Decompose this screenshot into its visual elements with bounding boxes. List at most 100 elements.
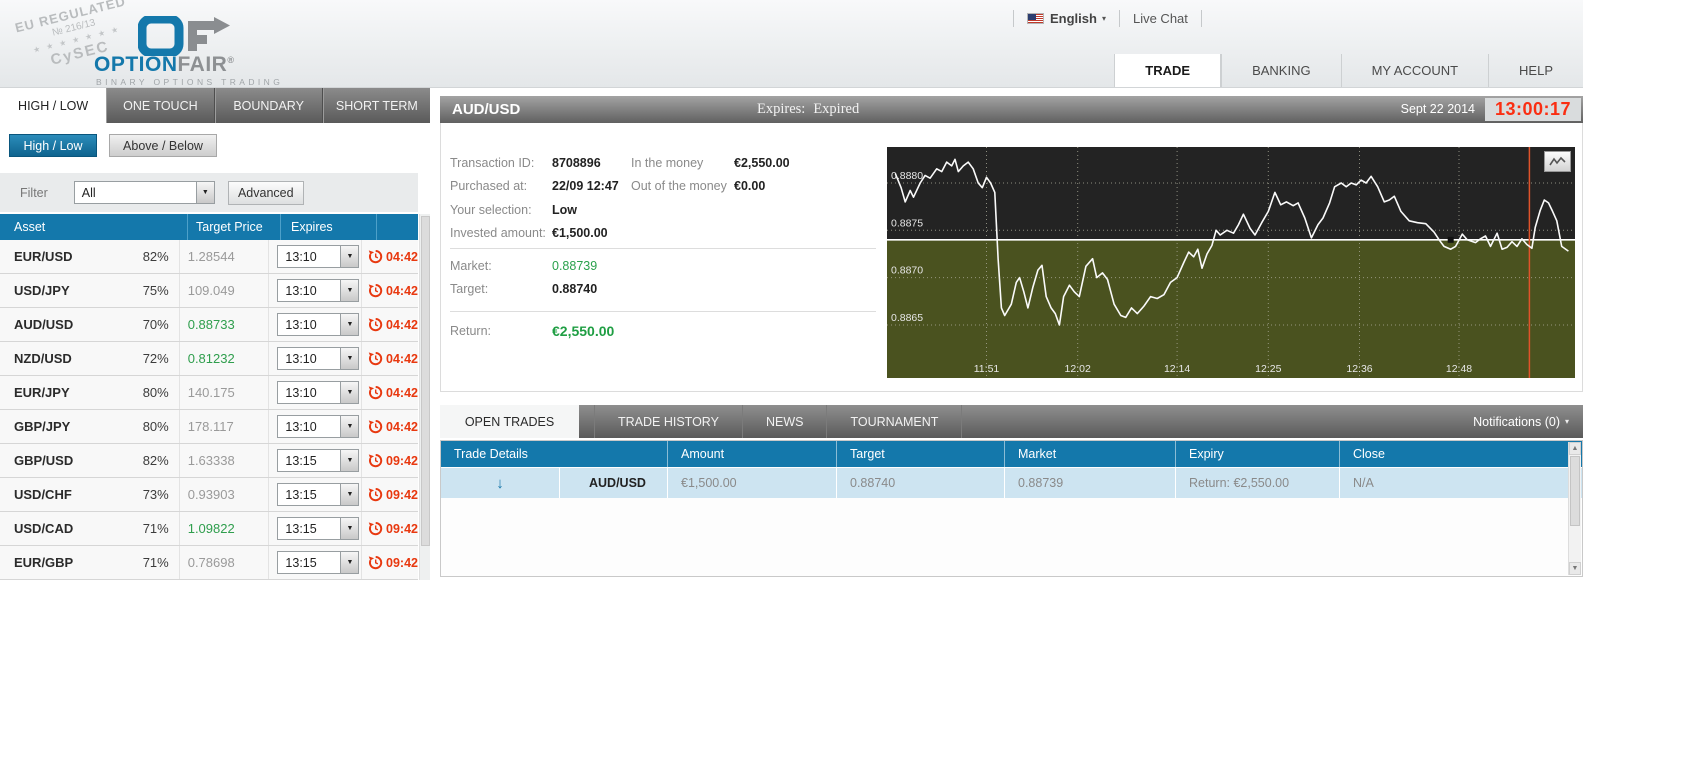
expiry-select[interactable]: 13:10 ▼	[277, 381, 360, 404]
col-target-price: Target Price	[187, 214, 280, 240]
countdown-time: 09:42	[386, 487, 418, 502]
expiry-select[interactable]: 13:15 ▼	[277, 449, 360, 472]
expiry-select[interactable]: 13:10 ▼	[277, 313, 360, 336]
high-low-button[interactable]: High / Low	[9, 134, 97, 157]
asset-payout: 71%	[142, 521, 169, 536]
scroll-down-button[interactable]: ▼	[1569, 562, 1581, 575]
trade-details-cell: ↓ AUD/USD	[441, 468, 667, 498]
col-expires: Expires	[280, 214, 376, 240]
top-links: English ▾ Live Chat	[1000, 7, 1215, 29]
col-trade-details: Trade Details	[454, 447, 528, 461]
scrollbar-thumb[interactable]	[421, 216, 430, 546]
nav-tab-help[interactable]: HELP	[1488, 54, 1583, 87]
tab-trade-history[interactable]: TRADE HISTORY	[594, 405, 743, 438]
countdown-clock-icon	[368, 419, 383, 434]
tab-one-touch[interactable]: ONE TOUCH	[106, 88, 215, 123]
asset-row[interactable]: USD/JPY 75% 109.049 13:10 ▼ 04:42	[0, 274, 418, 308]
expiry-select[interactable]: 13:15 ▼	[277, 551, 360, 574]
detail-label: Your selection:	[450, 202, 532, 217]
language-selector[interactable]: English ▾	[1027, 11, 1106, 26]
countdown-time: 09:42	[386, 521, 418, 536]
asset-target-price: 0.78698	[180, 546, 270, 579]
asset-row[interactable]: EUR/JPY 80% 140.175 13:10 ▼ 04:42	[0, 376, 418, 410]
trade-detail-panel: Transaction ID: 8708896 Purchased at: 22/0…	[440, 123, 1583, 392]
filter-select[interactable]: All ▼	[73, 181, 215, 204]
money-status-rows: In the money €2,550.00 Out of the money €0…	[631, 151, 790, 198]
asset-target-price: 1.09822	[180, 512, 270, 545]
expiry-select[interactable]: 13:10 ▼	[277, 347, 360, 370]
asset-target-price: 140.175	[180, 376, 270, 409]
asset-row[interactable]: USD/CHF 73% 0.93903 13:15 ▼ 09:42	[0, 478, 418, 512]
asset-cell: GBP/JPY 80%	[0, 410, 180, 443]
notifications-label: Notifications (0)	[1473, 414, 1560, 429]
divider	[450, 248, 876, 249]
chevron-down-icon: ▾	[1101, 13, 1106, 23]
nav-tab-my-account[interactable]: MY ACCOUNT	[1340, 54, 1488, 87]
header: EU REGULATED № 216/13 ★ ★ ★ ★ ★ ★ ★ CySE…	[0, 0, 1583, 88]
chevron-down-icon: ▼	[340, 518, 359, 539]
chevron-down-icon: ▾	[1564, 417, 1569, 426]
tab-high-low[interactable]: HIGH / LOW	[0, 88, 107, 123]
open-trade-row[interactable]: ↓ AUD/USD €1,500.00 0.88740 0.88739 Retu…	[441, 468, 1582, 498]
open-trades-header: Trade Details Amount Target Market Expir…	[441, 441, 1582, 467]
trade-market: 0.88739	[1004, 468, 1175, 498]
asset-row[interactable]: EUR/USD 82% 1.28544 13:10 ▼ 04:42	[0, 240, 418, 274]
countdown-time: 04:42	[386, 419, 418, 434]
chevron-down-icon: ▼	[340, 246, 359, 267]
expiry-select[interactable]: 13:10 ▼	[277, 245, 360, 268]
tab-tournament[interactable]: TOURNAMENT	[827, 405, 963, 438]
asset-name: AUD/USD	[14, 317, 74, 332]
trade-title-bar: AUD/USD Expires: Expired Sept 22 2014 13:…	[440, 96, 1583, 123]
nav-tab-trade[interactable]: TRADE	[1114, 54, 1222, 87]
asset-target-price: 1.28544	[180, 240, 270, 273]
server-clock: 13:00:17	[1484, 98, 1581, 121]
expires-cell: 13:10 ▼	[269, 274, 363, 307]
asset-target-price: 0.88733	[180, 308, 270, 341]
advanced-button[interactable]: Advanced	[227, 180, 304, 205]
scroll-up-button[interactable]: ▲	[1569, 442, 1581, 455]
nav-tab-banking[interactable]: BANKING	[1221, 54, 1341, 87]
expiry-select[interactable]: 13:10 ▼	[277, 279, 360, 302]
asset-target-price: 1.63338	[180, 444, 270, 477]
svg-text:12:14: 12:14	[1164, 363, 1190, 375]
expiry-value: 13:10	[285, 351, 317, 366]
asset-payout: 75%	[142, 283, 169, 298]
asset-table-scrollbar[interactable]	[419, 214, 430, 580]
detail-label: Target:	[450, 282, 489, 297]
expires-cell: 13:10 ▼	[269, 342, 363, 375]
tab-short-term[interactable]: SHORT TERM	[322, 88, 430, 123]
col-countdown	[376, 214, 418, 240]
asset-row[interactable]: GBP/USD 82% 1.63338 13:15 ▼ 09:42	[0, 444, 418, 478]
asset-row[interactable]: GBP/JPY 80% 178.117 13:10 ▼ 04:42	[0, 410, 418, 444]
expiry-select[interactable]: 13:10 ▼	[277, 415, 360, 438]
scrollbar-thumb[interactable]	[1570, 456, 1580, 526]
countdown-time: 09:42	[386, 453, 418, 468]
in-the-money-value: €2,550.00	[734, 155, 790, 170]
above-below-button[interactable]: Above / Below	[109, 134, 217, 157]
countdown-time: 04:42	[386, 317, 418, 332]
chart-type-button[interactable]	[1544, 151, 1571, 172]
registered-mark: ®	[227, 55, 235, 65]
expiry-select[interactable]: 13:15 ▼	[277, 483, 360, 506]
countdown-cell: 04:42	[362, 419, 418, 434]
countdown-time: 04:42	[386, 283, 418, 298]
asset-row[interactable]: NZD/USD 72% 0.81232 13:10 ▼ 04:42	[0, 342, 418, 376]
col-target: Target	[836, 441, 1004, 467]
asset-row[interactable]: AUD/USD 70% 0.88733 13:10 ▼ 04:42	[0, 308, 418, 342]
direction-cell: ↓	[441, 468, 560, 498]
live-chat-link[interactable]: Live Chat	[1133, 11, 1188, 26]
transaction-id: 8708896	[552, 155, 601, 170]
trades-scrollbar[interactable]: ▲ ▼	[1568, 442, 1581, 575]
us-flag-icon	[1027, 12, 1044, 24]
brand-fair: FAIR	[177, 53, 228, 76]
tab-boundary[interactable]: BOUNDARY	[214, 88, 323, 123]
asset-row[interactable]: USD/CAD 71% 1.09822 13:15 ▼ 09:42	[0, 512, 418, 546]
asset-row[interactable]: EUR/GBP 71% 0.78698 13:15 ▼ 09:42	[0, 546, 418, 580]
chevron-down-icon: ▼	[195, 182, 214, 203]
asset-name: GBP/JPY	[14, 419, 71, 434]
expiry-select[interactable]: 13:15 ▼	[277, 517, 360, 540]
down-arrow-icon: ↓	[496, 474, 504, 492]
notifications-toggle[interactable]: Notifications (0) ▾	[1473, 405, 1583, 438]
tab-open-trades[interactable]: OPEN TRADES	[440, 405, 579, 438]
tab-news[interactable]: NEWS	[743, 405, 828, 438]
